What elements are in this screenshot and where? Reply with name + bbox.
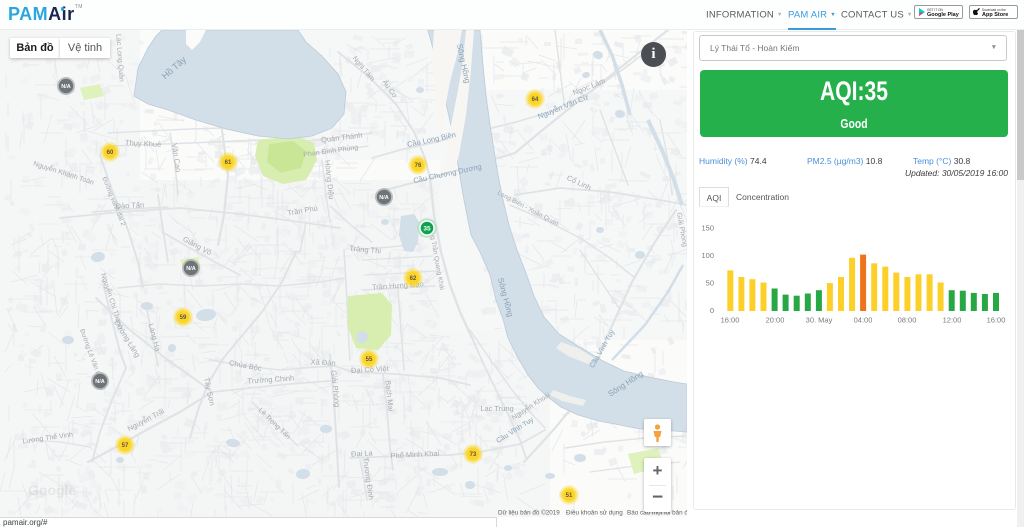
svg-text:Google Play: Google Play (927, 12, 960, 18)
svg-text:150: 150 (701, 224, 714, 233)
svg-text:50: 50 (706, 279, 714, 288)
svg-text:08:00: 08:00 (898, 316, 917, 325)
svg-text:16:00: 16:00 (987, 316, 1006, 325)
svg-text:12:00: 12:00 (943, 316, 962, 325)
svg-text:16:00: 16:00 (721, 316, 740, 325)
svg-text:0: 0 (710, 306, 714, 315)
svg-text:App Store: App Store (982, 12, 1008, 18)
svg-text:100: 100 (701, 251, 714, 260)
svg-text:30. May: 30. May (806, 316, 833, 325)
svg-text:20:00: 20:00 (766, 316, 785, 325)
svg-text:04:00: 04:00 (854, 316, 873, 325)
